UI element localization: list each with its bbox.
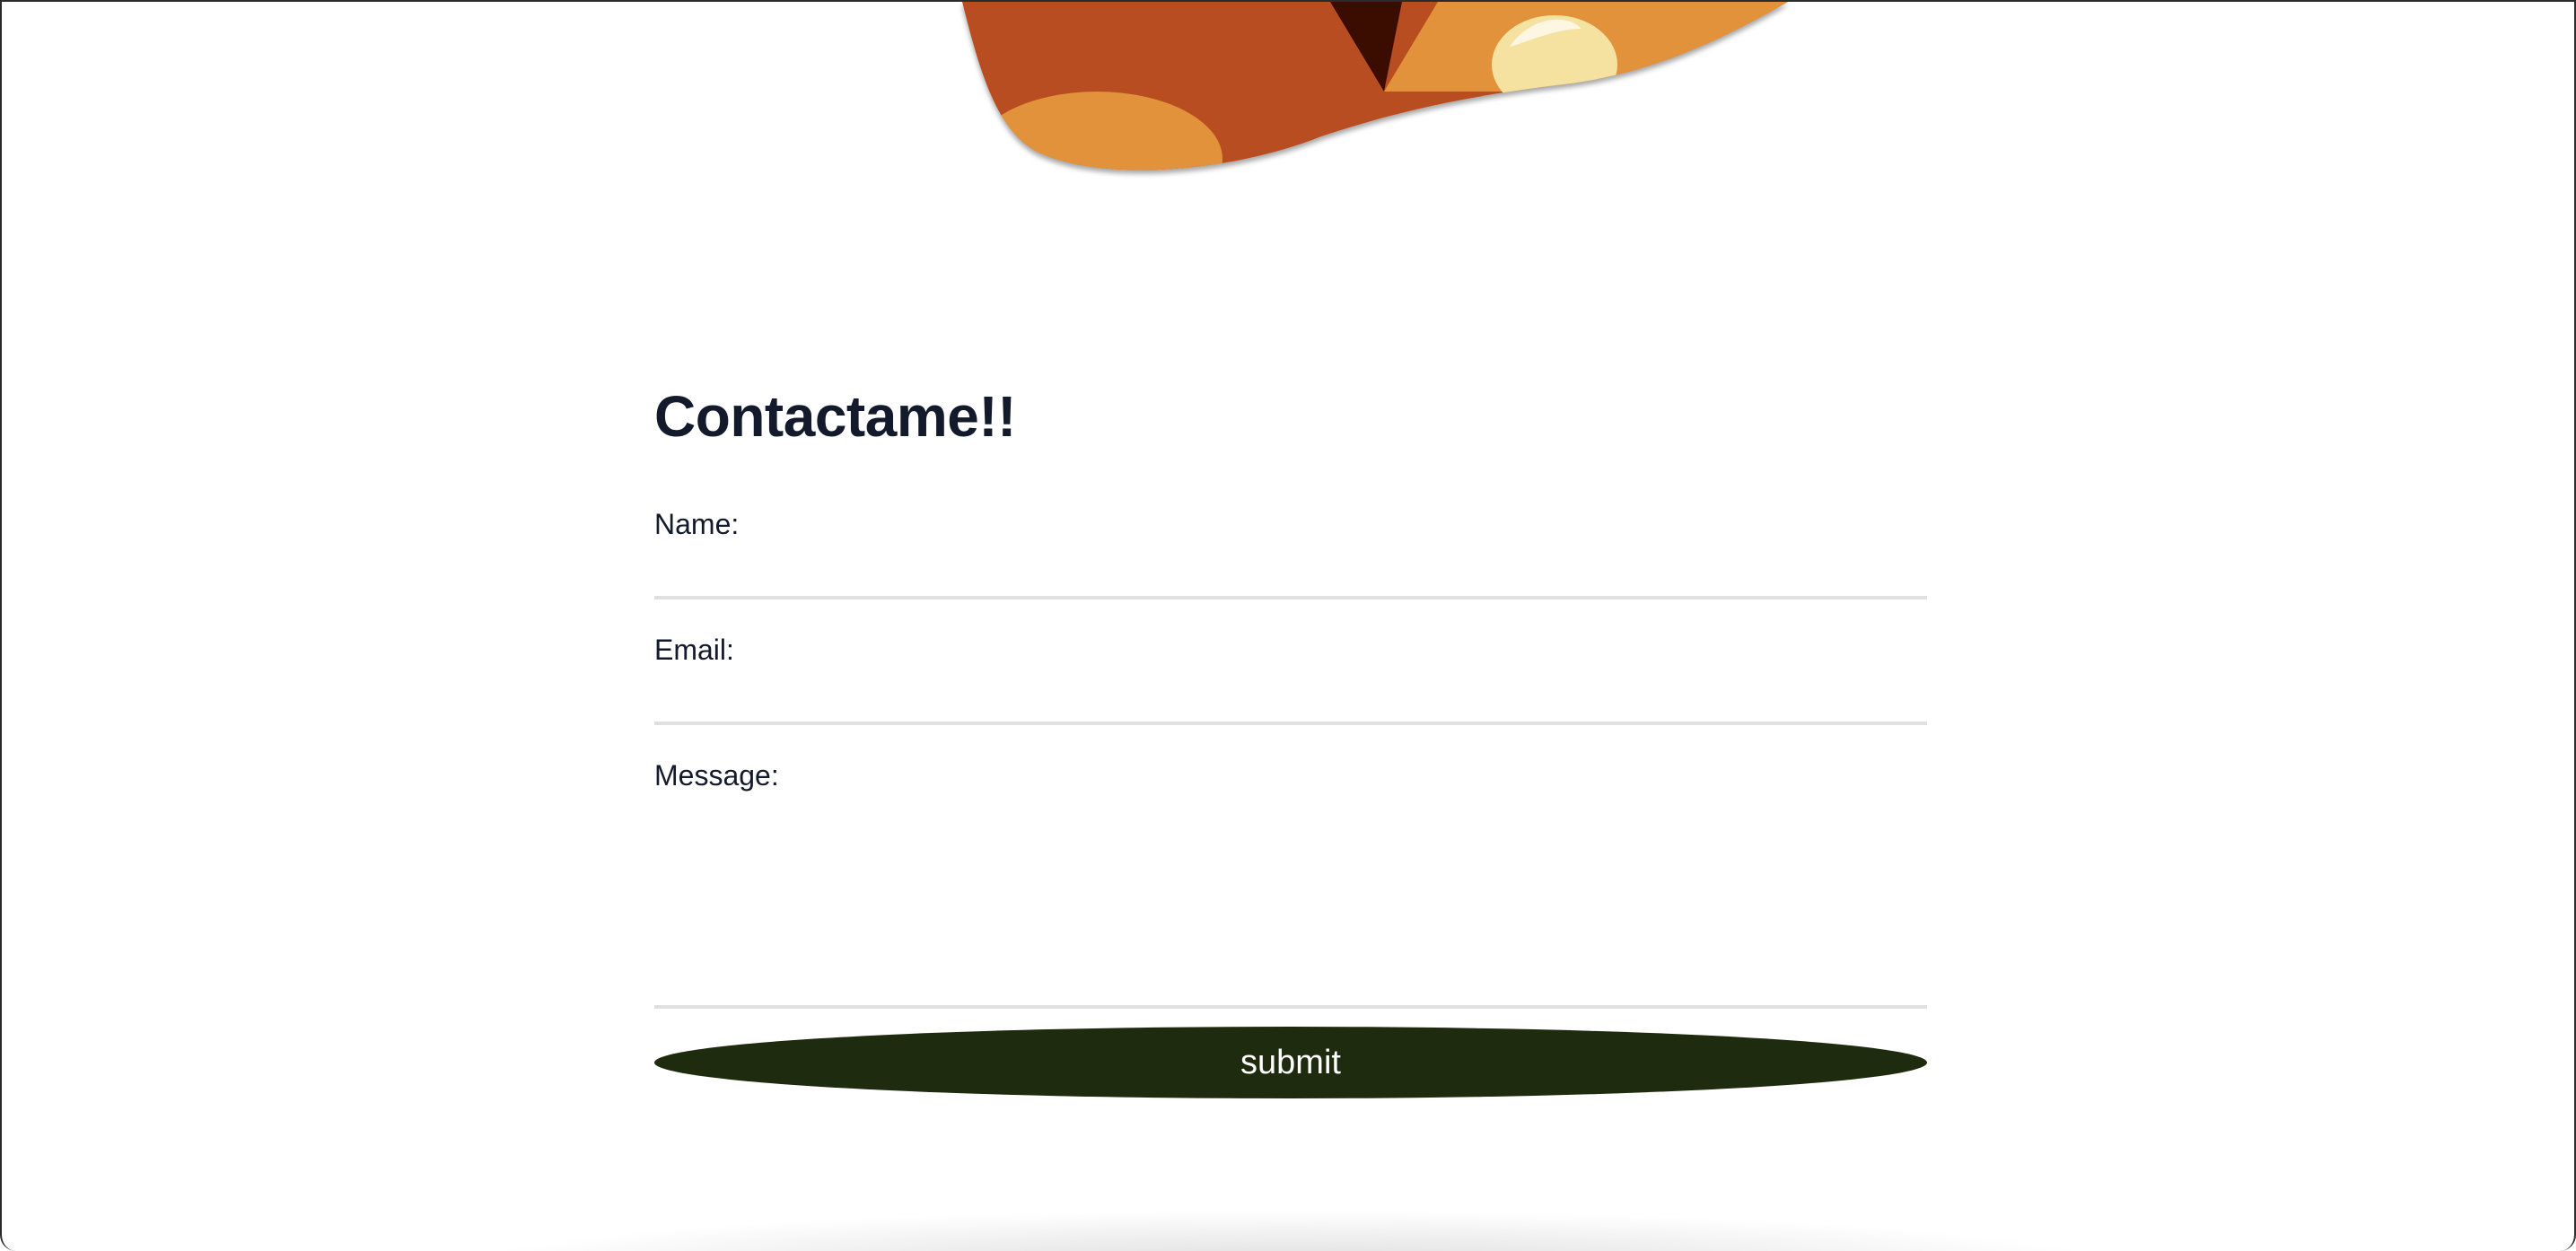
email-field-group: Email: [654,635,1927,725]
name-label: Name: [654,508,740,540]
message-field-group: Message: [654,761,1927,1009]
email-label: Email: [654,634,734,666]
page-frame: Contactame!! Name: Email: Message: submi… [0,0,2576,1251]
name-input[interactable] [654,538,1927,599]
name-field-group: Name: [654,510,1927,599]
email-input[interactable] [654,664,1927,725]
bottom-shadow [478,1212,2102,1251]
contact-title: Contactame!! [654,384,1016,449]
hero-illustration [962,2,1788,171]
contact-form-section: Contactame!! Name: Email: Message: submi… [654,388,1927,1098]
contact-form: Name: Email: Message: submit [654,510,1927,1098]
message-textarea[interactable] [654,790,1927,1009]
submit-button[interactable]: submit [654,1027,1927,1098]
message-label: Message: [654,759,779,792]
